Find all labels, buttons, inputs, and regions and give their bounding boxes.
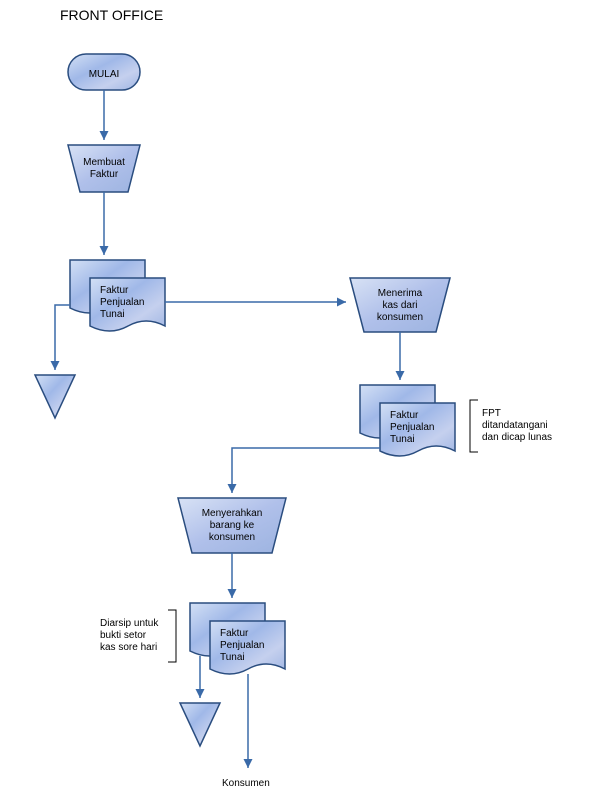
start-node: MULAI: [68, 54, 140, 90]
svg-text:barang ke: barang ke: [210, 520, 255, 531]
connector: [232, 448, 380, 493]
svg-text:Faktur: Faktur: [390, 410, 419, 421]
connector: [55, 305, 70, 370]
svg-text:Penjualan: Penjualan: [100, 297, 144, 308]
svg-text:FPT: FPT: [482, 408, 501, 419]
svg-text:Faktur: Faktur: [100, 285, 129, 296]
svg-text:Menerima: Menerima: [378, 288, 423, 299]
svg-text:kas sore hari: kas sore hari: [100, 642, 157, 653]
svg-text:Tunai: Tunai: [390, 434, 415, 445]
svg-text:Membuat: Membuat: [83, 157, 125, 168]
start-label: MULAI: [89, 69, 120, 80]
process-menyerahkan-barang: Menyerahkan barang ke konsumen: [178, 498, 286, 553]
svg-text:ditandatangani: ditandatangani: [482, 420, 548, 431]
svg-text:Tunai: Tunai: [220, 652, 245, 663]
svg-text:Faktur: Faktur: [90, 169, 119, 180]
file-archive-1: [35, 375, 75, 418]
flowchart-diagram: FRONT OFFICE MULAI Membuat Faktur Faktur…: [0, 0, 602, 799]
annotation-diarsip: Diarsip untuk bukti setor kas sore hari: [100, 610, 176, 662]
svg-text:bukti setor: bukti setor: [100, 630, 147, 641]
end-label: Konsumen: [222, 778, 270, 789]
svg-text:konsumen: konsumen: [377, 312, 423, 323]
process-menerima-kas: Menerima kas dari konsumen: [350, 278, 450, 332]
svg-text:Penjualan: Penjualan: [220, 640, 264, 651]
document-faktur-2: Faktur Penjualan Tunai: [360, 385, 455, 456]
document-faktur-3: Faktur Penjualan Tunai: [190, 603, 285, 674]
process-membuat-faktur: Membuat Faktur: [68, 145, 140, 192]
svg-text:kas dari: kas dari: [382, 300, 417, 311]
svg-text:Penjualan: Penjualan: [390, 422, 434, 433]
file-archive-2: [180, 703, 220, 746]
document-faktur-1: Faktur Penjualan Tunai: [70, 260, 165, 331]
svg-text:Tunai: Tunai: [100, 309, 125, 320]
svg-text:Diarsip untuk: Diarsip untuk: [100, 618, 159, 629]
svg-text:dan dicap lunas: dan dicap lunas: [482, 432, 552, 443]
annotation-fpt: FPT ditandatangani dan dicap lunas: [470, 400, 552, 452]
svg-text:Menyerahkan: Menyerahkan: [202, 508, 263, 519]
svg-text:Faktur: Faktur: [220, 628, 249, 639]
diagram-title: FRONT OFFICE: [60, 7, 163, 23]
svg-text:konsumen: konsumen: [209, 532, 255, 543]
